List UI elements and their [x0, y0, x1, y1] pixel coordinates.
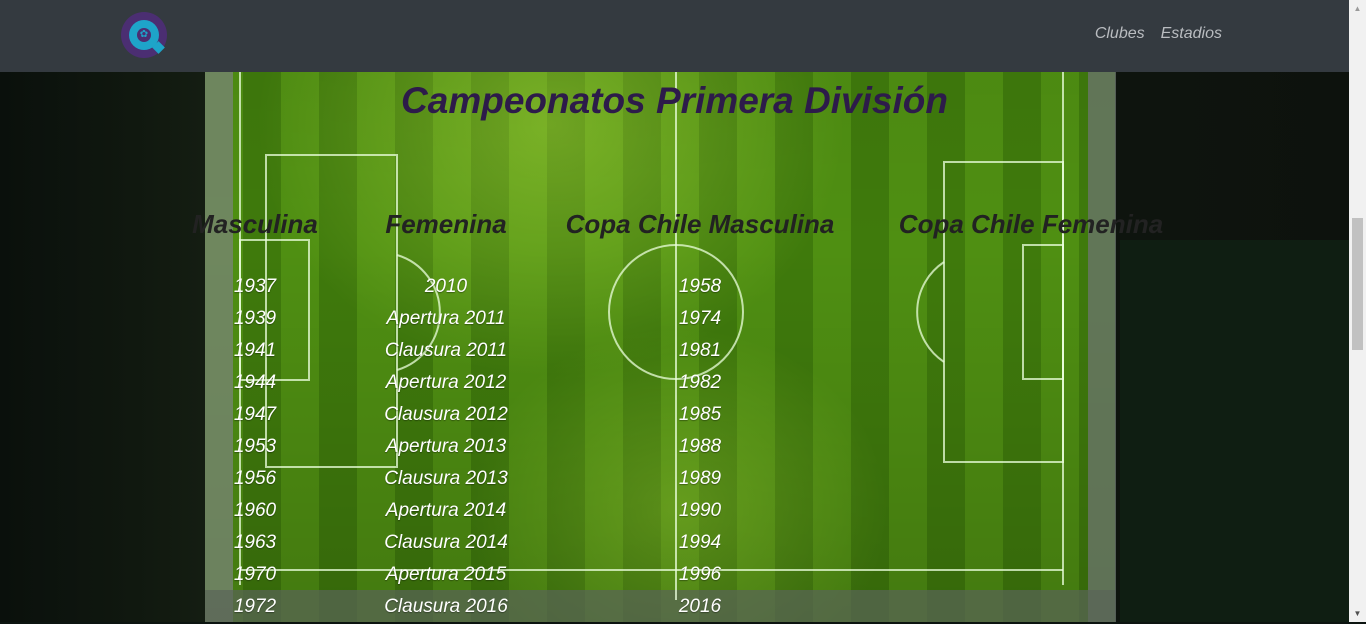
list-item: Clausura 2011	[384, 340, 508, 361]
list-item: 1989	[678, 468, 722, 489]
column-header-copa-chile-masculina: Copa Chile Masculina	[565, 209, 835, 239]
list-item: Clausura 2012	[384, 404, 508, 425]
list-item: Apertura 2012	[385, 372, 507, 393]
column-header-femenina: Femenina	[385, 209, 507, 239]
list-copa-chile-masculina: 1958 1974 1981 1982 1985 1988 1989 1990 1994 1996…	[679, 272, 721, 624]
list-item: 1956	[233, 468, 277, 489]
list-item: 1970	[233, 564, 277, 585]
nav-links: Clubes Estadios	[1095, 25, 1222, 43]
list-femenina: 2010 Apertura 2011 Clausura 2011 Apertura 2…	[384, 272, 508, 624]
logo-ring: ✿	[129, 20, 165, 54]
list-item: 1963	[233, 532, 277, 553]
list-item: 1941	[233, 340, 277, 361]
list-item: Apertura 2011	[386, 308, 506, 329]
list-item: Clausura 2014	[384, 532, 508, 553]
nav-link-clubes[interactable]: Clubes	[1095, 25, 1145, 43]
list-item: Clausura 2013	[384, 468, 508, 489]
logo-tail	[152, 41, 165, 54]
column-header-copa-chile-femenina: Copa Chile Femenina	[898, 209, 1164, 239]
list-item: 1988	[678, 436, 722, 457]
list-item: Apertura 2014	[385, 500, 507, 521]
top-navbar: ✿ Clubes Estadios	[0, 0, 1349, 72]
list-item: 1982	[678, 372, 722, 393]
list-item: 1958	[678, 276, 722, 297]
list-item: 1985	[678, 404, 722, 425]
app-logo-icon[interactable]: ✿	[121, 12, 167, 58]
list-item: 1953	[233, 436, 277, 457]
list-item: 1994	[678, 532, 722, 553]
list-item: 1974	[678, 308, 722, 329]
list-item: 1939	[233, 308, 277, 329]
list-item: Apertura 2013	[385, 436, 507, 457]
list-item: 1972	[233, 596, 277, 617]
main-content: Campeonatos Primera División Masculina F…	[0, 72, 1349, 622]
nav-link-estadios[interactable]: Estadios	[1161, 25, 1222, 43]
list-item: 1996	[678, 564, 722, 585]
list-item: 1947	[233, 404, 277, 425]
list-item: Apertura 2015	[385, 564, 507, 585]
list-masculina: 1937 1939 1941 1944 1947 1953 1956 1960 1963 1970…	[234, 272, 276, 624]
scrollbar-thumb[interactable]	[1352, 218, 1363, 350]
scroll-up-arrow-icon[interactable]: ▲	[1349, 0, 1366, 17]
list-item: 1944	[233, 372, 277, 393]
list-item: 1981	[678, 340, 722, 361]
list-item: Clausura 2016	[384, 596, 508, 617]
page-scrollbar[interactable]: ▲ ▼	[1349, 0, 1366, 622]
list-item: 1937	[233, 276, 277, 297]
list-item: 1990	[678, 500, 722, 521]
list-item: 2016	[678, 596, 722, 617]
list-item: 1960	[233, 500, 277, 521]
soccer-ball-icon: ✿	[137, 28, 151, 42]
page-title: Campeonatos Primera División	[401, 80, 948, 121]
list-item: 2010	[424, 276, 468, 297]
column-header-masculina: Masculina	[192, 209, 318, 239]
scroll-down-arrow-icon[interactable]: ▼	[1349, 605, 1366, 622]
